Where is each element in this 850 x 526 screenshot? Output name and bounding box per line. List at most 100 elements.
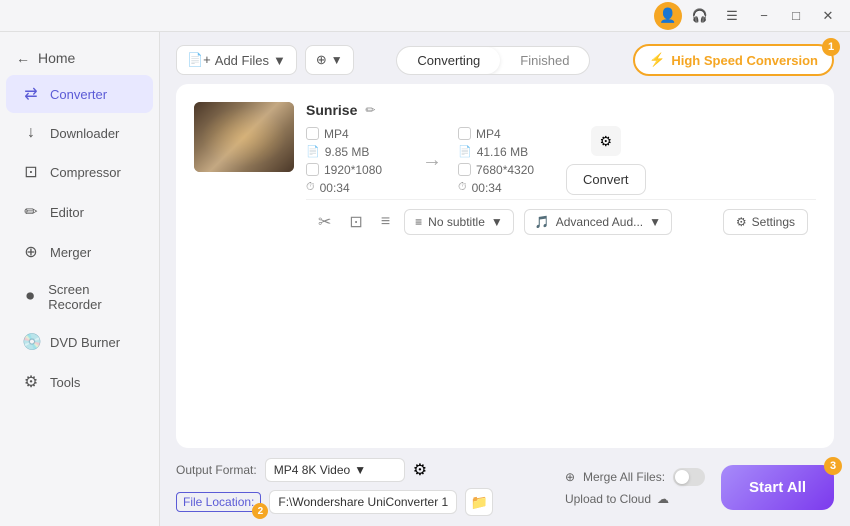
merge-upload-col: ⊕ Merge All Files: Upload to Cloud ☁ <box>565 468 705 506</box>
screen-recorder-icon: ⏺ <box>22 288 38 306</box>
subtitle-label: No subtitle <box>428 215 485 229</box>
add-folder-icon: ⊕ <box>316 52 327 68</box>
merge-toggle[interactable] <box>673 468 705 486</box>
thumbnail-image <box>194 102 294 172</box>
dst-size-icon: 📄 <box>458 145 472 158</box>
sidebar-home[interactable]: ← Home <box>0 42 159 74</box>
output-format-line: Output Format: MP4 8K Video ▼ ⚙ <box>176 458 549 482</box>
audio-label: Advanced Aud... <box>556 215 643 229</box>
file-location-label[interactable]: File Location:2 <box>176 492 261 512</box>
dst-format-row: MP4 <box>458 127 558 141</box>
merger-icon: ⊕ <box>22 242 40 262</box>
upload-label: Upload to Cloud <box>565 492 651 506</box>
output-format-select[interactable]: MP4 8K Video ▼ <box>265 458 405 482</box>
src-resolution-checkbox[interactable] <box>306 163 319 176</box>
tab-converting[interactable]: Converting <box>397 47 500 74</box>
video-title-row: Sunrise ✏ <box>306 102 816 118</box>
src-size-icon: 📄 <box>306 145 320 158</box>
sidebar-item-label-dvd-burner: DVD Burner <box>50 335 120 350</box>
folder-browse-button[interactable]: 📁 <box>465 488 493 516</box>
source-meta: MP4 📄 9.85 MB 1920*1080 ⏱ <box>306 127 406 195</box>
file-path-input[interactable]: F:\Wondershare UniConverter 1 <box>269 490 457 514</box>
titlebar-headset-icon[interactable]: 🎧 <box>686 2 714 30</box>
sidebar-item-label-converter: Converter <box>50 87 107 102</box>
subtitle-icon: ≡ <box>415 215 422 229</box>
high-speed-conversion-button[interactable]: ⚡ High Speed Conversion 1 <box>633 44 834 76</box>
add-files-button[interactable]: 📄+ Add Files ▼ <box>176 45 297 75</box>
sidebar-item-label-compressor: Compressor <box>50 165 121 180</box>
src-resolution-row: 1920*1080 <box>306 163 406 177</box>
dst-format: MP4 <box>476 127 501 141</box>
add-files-label: Add Files <box>215 53 269 68</box>
video-meta: MP4 📄 9.85 MB 1920*1080 ⏱ <box>306 126 816 195</box>
file-location-badge: 2 <box>252 503 268 519</box>
sidebar-item-label-merger: Merger <box>50 245 91 260</box>
audio-select[interactable]: 🎵 Advanced Aud... ▼ <box>524 209 672 235</box>
cut-icon[interactable]: ✂ <box>314 208 335 236</box>
settings-btn-icon: ⚙ <box>736 215 747 229</box>
video-info: Sunrise ✏ MP4 📄 9.85 MB <box>306 102 816 240</box>
video-item: Sunrise ✏ MP4 📄 9.85 MB <box>186 94 824 248</box>
titlebar-close-button[interactable]: ✕ <box>814 2 842 30</box>
subtitle-select[interactable]: ≡ No subtitle ▼ <box>404 209 514 235</box>
start-all-label: Start All <box>749 479 806 496</box>
dst-resolution: 7680*4320 <box>476 163 534 177</box>
titlebar-minimize-button[interactable]: − <box>750 2 778 30</box>
src-duration-icon: ⏱ <box>306 181 315 194</box>
src-format: MP4 <box>324 127 349 141</box>
back-arrow-icon: ← <box>16 50 30 66</box>
video-edit-icon[interactable]: ✏ <box>365 103 375 117</box>
src-format-checkbox[interactable] <box>306 127 319 140</box>
sidebar-item-editor[interactable]: ✏ Editor <box>6 193 153 231</box>
titlebar-user-icon[interactable]: 👤 <box>654 2 682 30</box>
merge-icon: ⊕ <box>565 470 575 484</box>
sidebar-item-screen-recorder[interactable]: ⏺ Screen Recorder <box>6 273 153 321</box>
sidebar-item-label-tools: Tools <box>50 375 80 390</box>
titlebar-menu-icon[interactable]: ☰ <box>718 2 746 30</box>
dst-format-checkbox[interactable] <box>458 127 471 140</box>
sidebar-item-converter[interactable]: ⇄ Converter <box>6 75 153 113</box>
convert-button[interactable]: Convert <box>566 164 646 195</box>
start-all-button[interactable]: Start All 3 <box>721 465 834 510</box>
bottom-bar: Output Format: MP4 8K Video ▼ ⚙ File Loc… <box>160 448 850 526</box>
output-format-value: MP4 8K Video <box>274 463 351 477</box>
sidebar-item-dvd-burner[interactable]: 💿 DVD Burner <box>6 323 153 361</box>
video-settings-icon-button[interactable]: ⚙ <box>591 126 621 156</box>
dvd-burner-icon: 💿 <box>22 332 40 352</box>
src-size: 9.85 MB <box>325 145 370 159</box>
sidebar-item-downloader[interactable]: ↓ Downloader <box>6 115 153 151</box>
dst-duration-row: ⏱ 00:34 <box>458 181 558 195</box>
titlebar: 👤 🎧 ☰ − □ ✕ <box>0 0 850 32</box>
merge-label: Merge All Files: <box>583 470 665 484</box>
sidebar-item-compressor[interactable]: ⊡ Compressor <box>6 153 153 191</box>
settings-btn-label: Settings <box>752 215 795 229</box>
output-settings-icon[interactable]: ⚙ <box>413 460 427 480</box>
sidebar-item-label-screen-recorder: Screen Recorder <box>48 282 137 312</box>
dst-resolution-checkbox[interactable] <box>458 163 471 176</box>
sidebar-item-merger[interactable]: ⊕ Merger <box>6 233 153 271</box>
dst-size: 41.16 MB <box>477 145 528 159</box>
tab-finished[interactable]: Finished <box>500 47 589 74</box>
sidebar: ← Home ⇄ Converter ↓ Downloader ⊡ Compre… <box>0 32 160 526</box>
audio-icon: 🎵 <box>535 215 550 229</box>
video-settings-button[interactable]: ⚙ Settings <box>723 209 808 235</box>
content-area: 📄+ Add Files ▼ ⊕ ▼ Converting Finished ⚡… <box>160 32 850 526</box>
adjust-icon[interactable]: ≡ <box>377 209 394 235</box>
crop-icon[interactable]: ⊡ <box>345 208 366 236</box>
add-file-icon: 📄+ <box>187 52 211 68</box>
upload-cloud-icon: ☁ <box>657 492 669 506</box>
dst-size-row: 📄 41.16 MB <box>458 145 558 159</box>
dst-duration-icon: ⏱ <box>458 181 467 194</box>
src-duration: 00:34 <box>320 181 350 195</box>
titlebar-maximize-button[interactable]: □ <box>782 2 810 30</box>
upload-cloud-line[interactable]: Upload to Cloud ☁ <box>565 492 705 506</box>
merge-all-files-line: ⊕ Merge All Files: <box>565 468 705 486</box>
video-title: Sunrise <box>306 102 357 118</box>
sidebar-item-tools[interactable]: ⚙ Tools <box>6 363 153 401</box>
top-toolbar: 📄+ Add Files ▼ ⊕ ▼ Converting Finished ⚡… <box>160 32 850 84</box>
dst-duration: 00:34 <box>472 181 502 195</box>
file-location-line: File Location:2 F:\Wondershare UniConver… <box>176 488 549 516</box>
sidebar-home-label: Home <box>38 50 75 66</box>
add-folder-button[interactable]: ⊕ ▼ <box>305 45 354 75</box>
src-format-row: MP4 <box>306 127 406 141</box>
